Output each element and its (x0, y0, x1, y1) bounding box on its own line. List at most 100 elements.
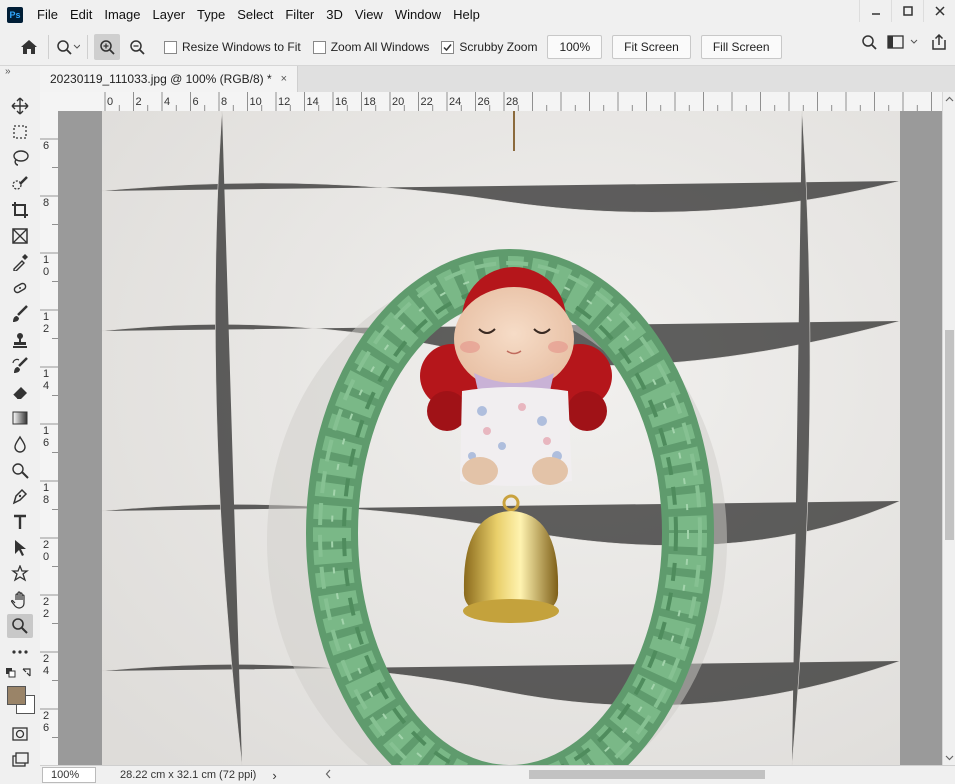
options-right-icons (861, 34, 947, 50)
document-tab-title: 20230119_111033.jpg @ 100% (RGB/8) * (50, 72, 272, 86)
move-tool[interactable] (7, 94, 33, 118)
path-select-tool[interactable] (7, 536, 33, 560)
fill-screen-button[interactable]: Fill Screen (700, 35, 782, 59)
menu-filter[interactable]: Filter (279, 0, 320, 29)
canvas-area[interactable] (58, 111, 942, 765)
move-icon (11, 97, 29, 115)
horizontal-scrollbar[interactable] (323, 768, 955, 780)
ruler-label: 2 (43, 596, 49, 608)
scroll-left-icon[interactable] (323, 768, 333, 780)
menu-3d[interactable]: 3D (320, 0, 349, 29)
crop-tool[interactable] (7, 198, 33, 222)
menu-help[interactable]: Help (447, 0, 486, 29)
scroll-down-icon[interactable] (944, 753, 955, 763)
zoom-level-field[interactable]: 100% (42, 767, 96, 783)
menu-type[interactable]: Type (191, 0, 231, 29)
history-brush-tool[interactable] (7, 354, 33, 378)
workspace-icon[interactable] (887, 34, 921, 50)
zoom-in-button[interactable] (94, 34, 120, 60)
quick-mask-button[interactable] (7, 722, 33, 746)
gradient-icon (12, 411, 28, 425)
eraser-tool[interactable] (7, 380, 33, 404)
foreground-color-swatch[interactable] (7, 686, 26, 705)
tools-panel: » (0, 66, 41, 783)
blur-tool[interactable] (7, 432, 33, 456)
more-icon (12, 650, 28, 654)
ruler-horizontal: 0 2 4 6 8 10 12 14 16 18 20 22 24 26 28 (58, 92, 942, 112)
document-tab-bar: 20230119_111033.jpg @ 100% (RGB/8) * × (40, 66, 955, 92)
ruler-label: 1 (43, 482, 49, 494)
zoom-in-icon (100, 40, 115, 55)
quick-select-tool[interactable] (7, 172, 33, 196)
menu-view[interactable]: View (349, 0, 389, 29)
horizontal-scroll-thumb[interactable] (529, 770, 765, 779)
type-tool[interactable] (7, 510, 33, 534)
pen-icon (12, 488, 28, 505)
screen-mode-button[interactable] (7, 748, 33, 772)
lasso-tool[interactable] (7, 146, 33, 170)
vertical-scrollbar[interactable] (942, 92, 955, 765)
menu-select[interactable]: Select (231, 0, 279, 29)
shape-tool[interactable] (7, 562, 33, 586)
home-button[interactable] (16, 34, 42, 60)
eyedropper-tool[interactable] (7, 250, 33, 274)
frame-tool[interactable] (7, 224, 33, 248)
search-icon[interactable] (861, 34, 877, 50)
tab-close-button[interactable]: × (281, 73, 287, 85)
checkbox-checked[interactable] (441, 40, 455, 54)
zoom-out-button[interactable] (124, 34, 150, 60)
stamp-tool[interactable] (7, 328, 33, 352)
brush-tool[interactable] (7, 302, 33, 326)
menu-file[interactable]: File (31, 0, 64, 29)
ruler-label: 14 (307, 96, 319, 108)
dodge-tool[interactable] (7, 458, 33, 482)
ruler-label: 0 (107, 96, 113, 108)
ruler-label: 8 (43, 197, 49, 209)
ruler-vertical-ticks: 68101214161820222426 (40, 138, 58, 738)
ruler-label: 4 (43, 665, 49, 677)
ruler-label: 6 (193, 96, 199, 108)
document-info[interactable]: 28.22 cm x 32.1 cm (72 ppi) (120, 769, 256, 781)
zoom-all-windows-checkbox[interactable]: Zoom All Windows (312, 40, 429, 54)
status-menu-arrow[interactable]: › (272, 768, 276, 783)
menu-image[interactable]: Image (98, 0, 146, 29)
share-icon[interactable] (931, 34, 947, 50)
scrubby-zoom-checkbox[interactable]: Scrubby Zoom (441, 40, 537, 54)
resize-windows-checkbox[interactable]: Resize Windows to Fit (164, 40, 301, 54)
checkbox-box[interactable] (312, 40, 326, 54)
menu-edit[interactable]: Edit (64, 0, 98, 29)
zoom-tool[interactable] (7, 614, 33, 638)
healing-icon (13, 282, 27, 294)
document-tab[interactable]: 20230119_111033.jpg @ 100% (RGB/8) * × (40, 66, 299, 92)
marquee-tool[interactable] (7, 120, 33, 144)
menu-window[interactable]: Window (389, 0, 447, 29)
scroll-up-icon[interactable] (944, 94, 955, 104)
zoom-percent-button[interactable]: 100% (547, 35, 603, 59)
menu-layer[interactable]: Layer (147, 0, 192, 29)
checkbox-box[interactable] (164, 40, 177, 54)
gradient-tool[interactable] (7, 406, 33, 430)
close-button[interactable] (923, 0, 955, 22)
window-controls (859, 0, 955, 22)
ruler-label: 18 (364, 96, 376, 108)
eraser-icon (12, 387, 27, 400)
marquee-icon (13, 125, 27, 139)
maximize-button[interactable] (891, 0, 923, 22)
pen-tool[interactable] (7, 484, 33, 508)
lasso-icon (13, 150, 29, 166)
hand-icon (11, 591, 25, 609)
toolbar-collapse-button[interactable]: » (5, 66, 11, 77)
hand-tool[interactable] (7, 588, 33, 612)
vertical-scroll-thumb[interactable] (945, 330, 954, 540)
ruler-label: 1 (43, 311, 49, 323)
healing-tool[interactable] (7, 276, 33, 300)
ruler-label: 2 (136, 96, 142, 108)
close-icon (934, 6, 945, 16)
minimize-button[interactable] (859, 0, 891, 22)
ruler-label: 28 (506, 96, 518, 108)
zoom-tool-preset[interactable] (55, 34, 81, 60)
fit-screen-button[interactable]: Fit Screen (612, 35, 691, 59)
more-tools[interactable] (7, 640, 33, 664)
ruler-label: 8 (43, 494, 49, 506)
default-colors-icon[interactable] (5, 666, 35, 680)
